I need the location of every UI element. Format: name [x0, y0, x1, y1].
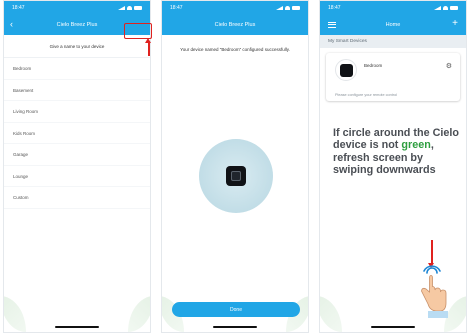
system-icons [434, 6, 458, 10]
status-bar: 18:47 [162, 1, 308, 15]
wifi-icon [285, 6, 290, 10]
device-card[interactable]: Bedroom ⚙ Please configure your remote c… [326, 53, 460, 101]
system-icons [118, 6, 142, 10]
gear-icon[interactable]: ⚙ [446, 63, 452, 70]
room-option-garage[interactable]: Garage [4, 144, 150, 166]
battery-icon [134, 6, 142, 10]
instruction-part1: If circle around the Cielo device is not [333, 127, 459, 152]
section-header: My Smart Devices [320, 35, 466, 48]
cielo-device-icon [339, 63, 353, 77]
room-option-kids-room[interactable]: Kids Room [4, 123, 150, 144]
red-arrow-down-icon [428, 240, 434, 268]
home-indicator [213, 326, 257, 328]
instruction-text: If circle around the Cielo device is not… [333, 127, 465, 177]
status-time: 18:47 [170, 5, 183, 11]
room-option-lounge[interactable]: Lounge [4, 166, 150, 187]
instruction-green-word: green [401, 139, 431, 152]
status-time: 18:47 [328, 5, 341, 11]
system-icons [276, 6, 300, 10]
cielo-device-icon [226, 166, 246, 186]
status-bar: 18:47 [4, 1, 150, 15]
signal-icon [118, 6, 125, 10]
home-indicator [371, 326, 415, 328]
wifi-icon [443, 6, 448, 10]
leaf-decoration [4, 296, 26, 332]
app-header: 18:47 Home + [320, 1, 466, 35]
success-message: Your device named "Bedroom" configured s… [180, 47, 290, 52]
room-option-bedroom[interactable]: Bedroom [4, 58, 150, 80]
red-arrow-up-icon [145, 38, 151, 56]
device-status-ring [335, 59, 357, 81]
room-name-list: Bedroom Basement Living Room Kids Room G… [4, 58, 150, 209]
home-indicator [55, 326, 99, 328]
room-option-living-room[interactable]: Living Room [4, 101, 150, 123]
battery-icon [450, 6, 458, 10]
menu-icon[interactable] [328, 22, 336, 28]
nav-bar: Home + [320, 15, 466, 35]
tap-hand-icon [421, 265, 448, 318]
signal-icon [434, 6, 441, 10]
plus-icon[interactable]: + [452, 19, 458, 29]
room-option-custom[interactable]: Custom [4, 187, 150, 209]
status-time: 18:47 [12, 5, 25, 11]
device-name: Bedroom [364, 63, 383, 68]
phone-screen-success: 18:47 Cielo Breez Plus Your device named… [161, 0, 309, 333]
device-screen [231, 171, 241, 181]
phone-screen-naming: 18:47 ‹ Cielo Breez Plus Give a name to … [3, 0, 151, 333]
battery-icon [292, 6, 300, 10]
highlight-box [124, 23, 152, 39]
screen-title: Cielo Breez Plus [214, 22, 256, 28]
configure-remote-note: Please configure your remote control [335, 93, 398, 97]
wifi-icon [127, 6, 132, 10]
room-option-basement[interactable]: Basement [4, 80, 150, 101]
leaf-decoration [320, 296, 342, 332]
app-header: 18:47 Cielo Breez Plus [162, 1, 308, 35]
nav-bar: Cielo Breez Plus [162, 15, 308, 35]
signal-icon [276, 6, 283, 10]
back-arrow-icon[interactable]: ‹ [10, 20, 13, 29]
screen-title: Home [385, 22, 401, 28]
status-bar: 18:47 [320, 1, 466, 15]
screen-title: Cielo Breez Plus [56, 22, 98, 28]
leaf-decoration [128, 296, 150, 332]
done-button[interactable]: Done [172, 302, 300, 317]
